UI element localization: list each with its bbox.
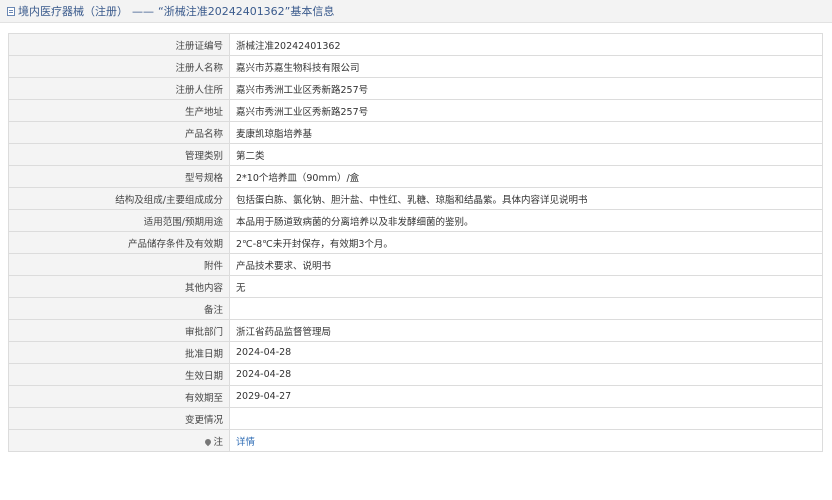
- document-icon: [7, 6, 15, 16]
- row-value: 详情: [229, 429, 823, 452]
- page-header: 境内医疗器械（注册） —— “浙械注准20242401362”基本信息: [0, 0, 832, 23]
- row-value: 2℃-8℃未开封保存，有效期3个月。: [229, 231, 823, 254]
- row-value: 麦康凯琼脂培养基: [229, 121, 823, 144]
- table-row-approval-dept: 审批部门 浙江省药品监督管理局: [8, 319, 823, 342]
- row-value: 2*10个培养皿（90mm）/盒: [229, 165, 823, 188]
- pin-icon: [204, 437, 213, 447]
- row-label: 型号规格: [8, 165, 230, 188]
- table-row-intended-use: 适用范围/预期用途 本品用于肠道致病菌的分离培养以及非发酵细菌的鉴别。: [8, 209, 823, 232]
- breadcrumb-category[interactable]: 境内医疗器械（注册）: [18, 3, 128, 19]
- page-title: “浙械注准20242401362”基本信息: [158, 5, 335, 18]
- row-value: 浙械注准20242401362: [229, 33, 823, 56]
- table-row-management-class: 管理类别 第二类: [8, 143, 823, 166]
- row-value: 无: [229, 275, 823, 298]
- row-label: 注: [8, 429, 230, 452]
- table-row-expiry-date: 有效期至 2029-04-27: [8, 385, 823, 408]
- row-label: 适用范围/预期用途: [8, 209, 230, 232]
- row-label: 产品储存条件及有效期: [8, 231, 230, 254]
- table-row-remarks: 备注: [8, 297, 823, 320]
- row-label: 生产地址: [8, 99, 230, 122]
- table-row-registrant-name: 注册人名称 嘉兴市苏嘉生物科技有限公司: [8, 55, 823, 78]
- row-label: 注册人住所: [8, 77, 230, 100]
- row-label: 产品名称: [8, 121, 230, 144]
- table-row-attachments: 附件 产品技术要求、说明书: [8, 253, 823, 276]
- row-value: 本品用于肠道致病菌的分离培养以及非发酵细菌的鉴别。: [229, 209, 823, 232]
- table-row-storage: 产品储存条件及有效期 2℃-8℃未开封保存，有效期3个月。: [8, 231, 823, 254]
- table-row-production-address: 生产地址 嘉兴市秀洲工业区秀新路257号: [8, 99, 823, 122]
- row-label: 附件: [8, 253, 230, 276]
- table-row-model-spec: 型号规格 2*10个培养皿（90mm）/盒: [8, 165, 823, 188]
- table-row-approval-date: 批准日期 2024-04-28: [8, 341, 823, 364]
- table-row-registration-number: 注册证编号 浙械注准20242401362: [8, 33, 823, 56]
- table-row-composition: 结构及组成/主要组成成分 包括蛋白胨、氯化钠、胆汁盐、中性红、乳糖、琼脂和结晶紫…: [8, 187, 823, 210]
- row-label: 批准日期: [8, 341, 230, 364]
- row-value: 包括蛋白胨、氯化钠、胆汁盐、中性红、乳糖、琼脂和结晶紫。具体内容详见说明书: [229, 187, 823, 210]
- row-label: 结构及组成/主要组成成分: [8, 187, 230, 210]
- table-row-other: 其他内容 无: [8, 275, 823, 298]
- row-value: 2024-04-28: [229, 341, 823, 364]
- row-label: 变更情况: [8, 407, 230, 430]
- note-label: 注: [213, 436, 223, 448]
- row-value: [229, 407, 823, 430]
- row-label: 备注: [8, 297, 230, 320]
- row-value: 嘉兴市秀洲工业区秀新路257号: [229, 77, 823, 100]
- row-label: 注册证编号: [8, 33, 230, 56]
- row-value: 第二类: [229, 143, 823, 166]
- details-link[interactable]: 详情: [236, 437, 255, 448]
- row-label: 生效日期: [8, 363, 230, 386]
- row-value: 嘉兴市秀洲工业区秀新路257号: [229, 99, 823, 122]
- row-label: 其他内容: [8, 275, 230, 298]
- row-value: [229, 297, 823, 320]
- row-label: 审批部门: [8, 319, 230, 342]
- row-value: 2029-04-27: [229, 385, 823, 408]
- row-label: 注册人名称: [8, 55, 230, 78]
- info-table: 注册证编号 浙械注准20242401362 注册人名称 嘉兴市苏嘉生物科技有限公…: [8, 33, 823, 452]
- row-value: 2024-04-28: [229, 363, 823, 386]
- breadcrumb-separator: ——: [132, 4, 154, 18]
- row-value: 嘉兴市苏嘉生物科技有限公司: [229, 55, 823, 78]
- table-row-changes: 变更情况: [8, 407, 823, 430]
- table-row-effective-date: 生效日期 2024-04-28: [8, 363, 823, 386]
- row-label: 有效期至: [8, 385, 230, 408]
- row-value: 产品技术要求、说明书: [229, 253, 823, 276]
- table-row-note: 注 详情: [8, 429, 823, 452]
- row-value: 浙江省药品监督管理局: [229, 319, 823, 342]
- row-label: 管理类别: [8, 143, 230, 166]
- table-row-product-name: 产品名称 麦康凯琼脂培养基: [8, 121, 823, 144]
- table-row-registrant-address: 注册人住所 嘉兴市秀洲工业区秀新路257号: [8, 77, 823, 100]
